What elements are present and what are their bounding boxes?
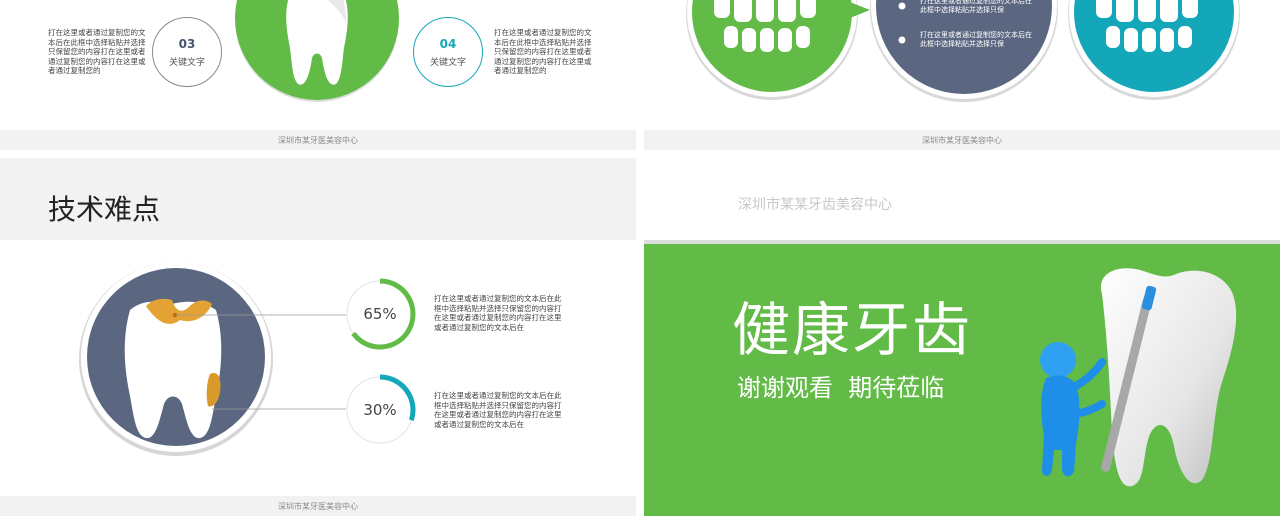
stat-text-1: 打在这里或者通过复制您的文本后在此框中选择粘贴并选择只保留您的内容打在这里或者通… — [434, 294, 562, 332]
process-diagram — [686, 0, 1240, 102]
slide-title: 技术难点 — [48, 193, 161, 226]
tooth-mascot-illustration — [1040, 268, 1237, 487]
stat-text-2: 打在这里或者通过复制您的文本后在此框中选择粘贴并选择只保留您的内容打在这里或者通… — [434, 391, 562, 429]
bullet-text-2: 打在这里或者通过复制您的文本后在此框中选择粘贴并选择只保 — [920, 31, 1032, 48]
slide-top-right: 打在这里或者通过复制您的文本后在此框中选择粘贴并选择只保 打在这里或者通过复制您… — [644, 0, 1280, 150]
green-tooth-circle — [235, 0, 399, 102]
footer: 深圳市某牙医美容中心 — [0, 130, 636, 150]
key-circle-03: 03 关键文字 — [152, 17, 222, 87]
closing-title: 健康牙齿 — [732, 296, 973, 364]
key-label-03: 关键文字 — [168, 57, 205, 68]
header-text: 深圳市某某牙齿美容中心 — [738, 197, 892, 213]
right-body-text: 打在这里或者通过复制您的文本后在此框中选择粘贴并选择只保留您的内容打在这里或者通… — [494, 28, 592, 75]
slide-bottom-left: 技术难点 65% 打在这里或者通过复制您的文本后在此框中选择粘贴并选择只保留您的… — [0, 158, 636, 516]
tooth-icon — [1100, 268, 1237, 487]
slide-top-left: 打在这里或者通过复制您的文本后在此框中选择粘贴并选择只保留您的内容打在这里或者通… — [0, 0, 636, 150]
percent-label-65: 65% — [363, 305, 397, 323]
bullet-dot — [898, 2, 906, 10]
slide-bottom-right: 深圳市某某牙齿美容中心 健康牙齿 谢谢观看 期待莅临 — [644, 158, 1280, 516]
footer: 深圳市某牙医美容中心 — [0, 496, 636, 516]
decayed-tooth-circle — [79, 262, 346, 456]
key-number-03: 03 — [178, 36, 196, 51]
bullet-text-1: 打在这里或者通过复制您的文本后在此框中选择粘贴并选择只保 — [920, 0, 1032, 14]
bullet-dot — [898, 36, 906, 44]
footer: 深圳市某牙医美容中心 — [644, 130, 1280, 150]
left-body-text: 打在这里或者通过复制您的文本后在此框中选择粘贴并选择只保留您的内容打在这里或者通… — [48, 28, 146, 75]
percent-label-30: 30% — [363, 401, 397, 419]
key-circle-04: 04 关键文字 — [413, 17, 483, 87]
closing-subtitle: 谢谢观看 期待莅临 — [737, 374, 945, 402]
key-number-04: 04 — [439, 36, 457, 51]
key-label-04: 关键文字 — [429, 57, 466, 68]
